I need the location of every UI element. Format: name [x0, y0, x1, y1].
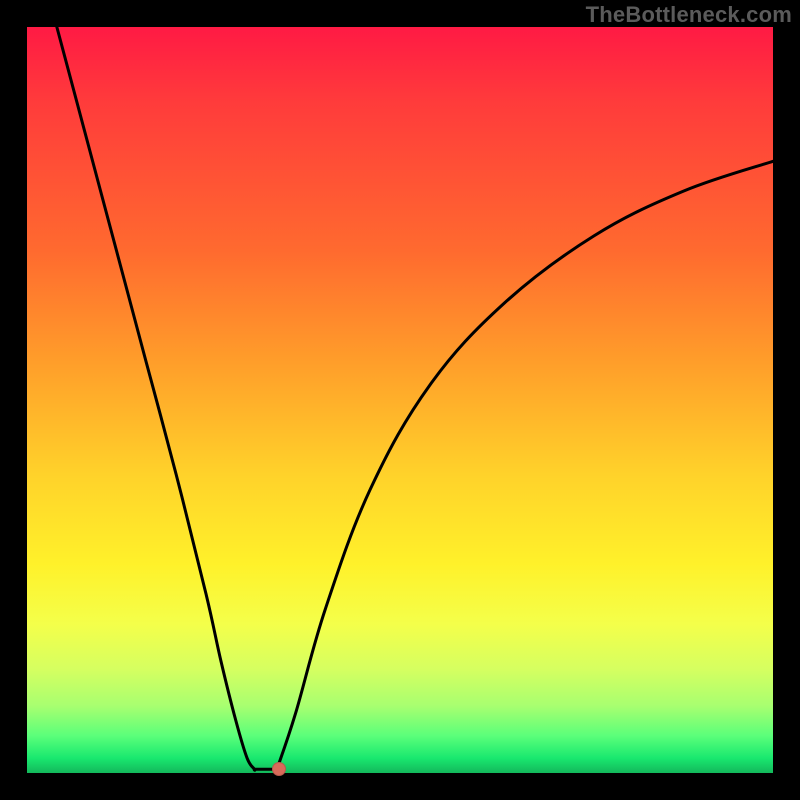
- bottleneck-curve: [27, 27, 773, 773]
- chart-frame: TheBottleneck.com: [0, 0, 800, 800]
- gradient-plot-area: [27, 27, 773, 773]
- watermark-text: TheBottleneck.com: [586, 2, 792, 28]
- curve-path: [57, 27, 773, 774]
- optimal-point-marker: [272, 762, 286, 776]
